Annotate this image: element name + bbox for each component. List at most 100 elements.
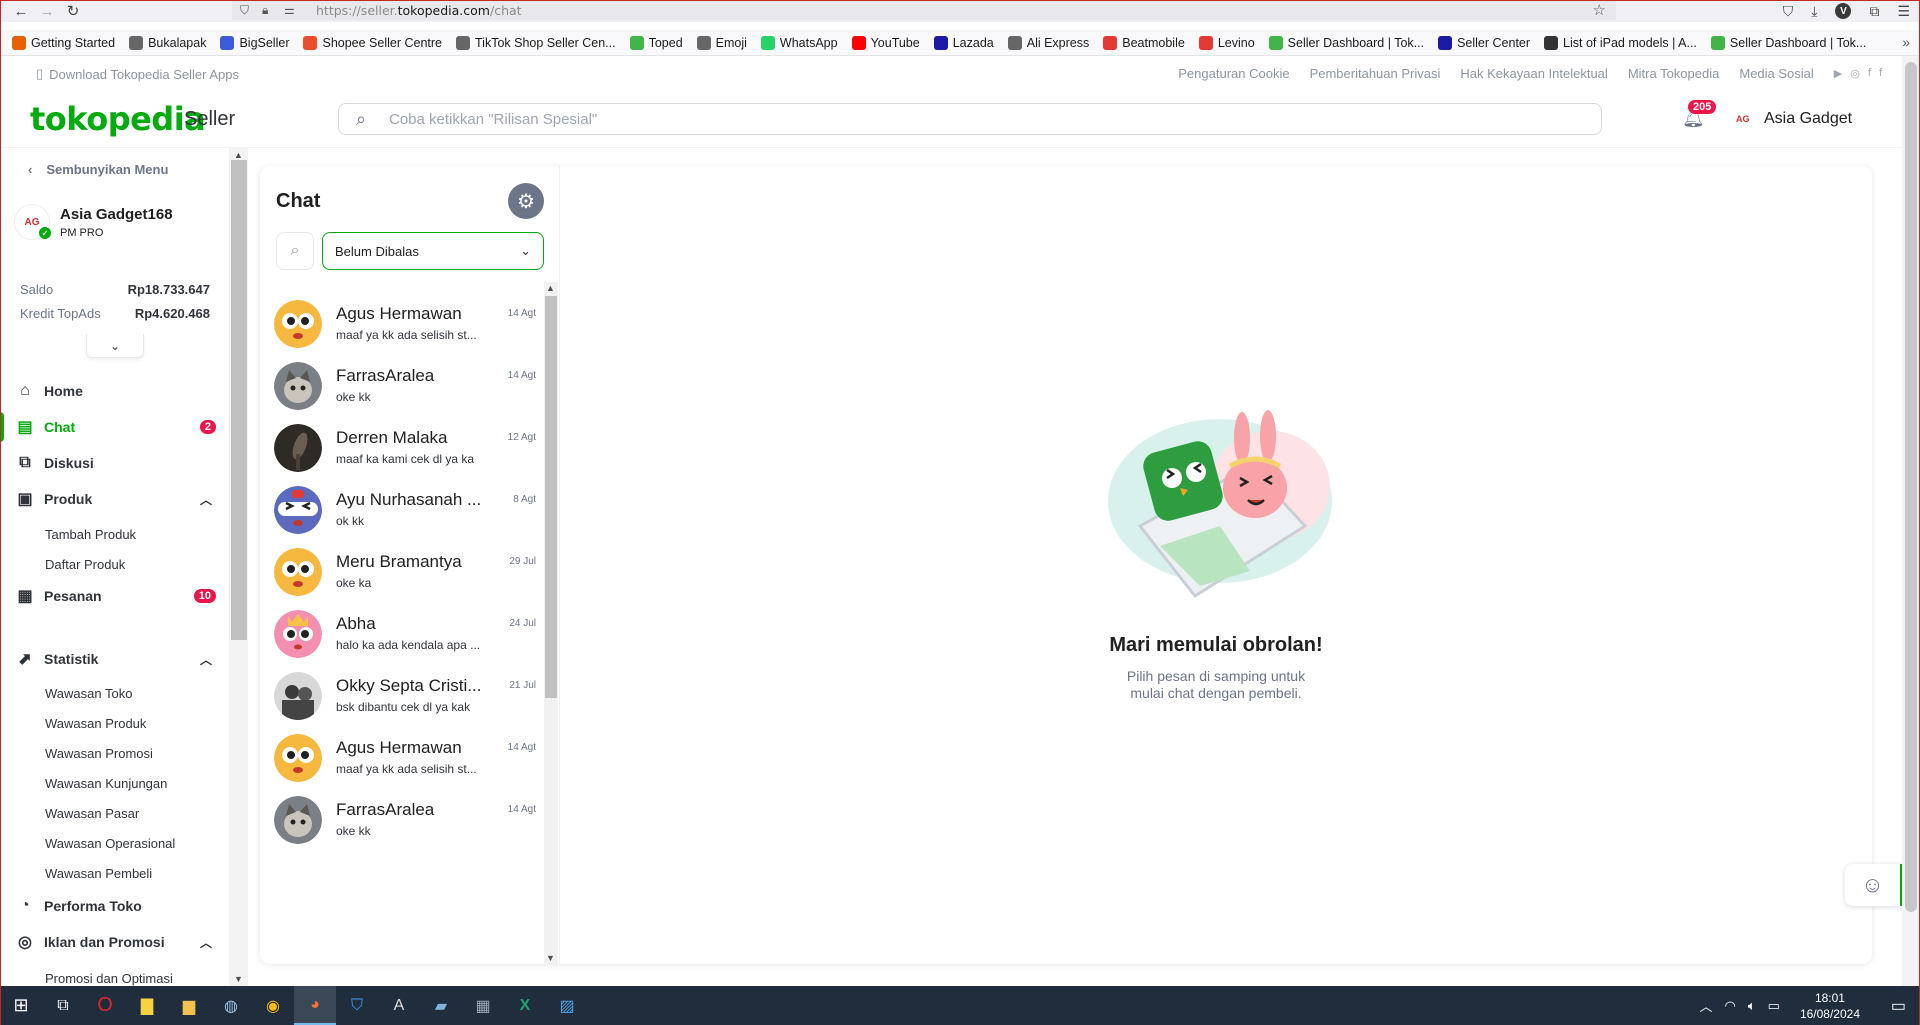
bookmark-item[interactable]: Toped xyxy=(629,35,683,50)
scroll-up-icon[interactable]: ▲ xyxy=(546,283,555,293)
chat-conversation-item[interactable]: Ayu Nurhasanah ... ok kk 8 Agt xyxy=(274,480,536,540)
chat-search-button[interactable]: ⌕ xyxy=(276,232,314,270)
bookmark-item[interactable]: WhatsApp xyxy=(760,35,838,50)
clock[interactable]: 18:01 16/08/2024 xyxy=(1800,990,1860,1022)
extensions-icon[interactable]: ⧉ xyxy=(1869,3,1879,20)
back-icon[interactable]: ← xyxy=(8,0,34,22)
notepad-icon[interactable]: ▰ xyxy=(420,986,462,1025)
download-app-link[interactable]: ▯ Download Tokopedia Seller Apps xyxy=(36,66,239,82)
bookmark-item[interactable]: BigSeller xyxy=(220,35,289,50)
permissions-icon[interactable]: ⚌ xyxy=(284,3,306,17)
menu-wawasan-promosi[interactable]: Wawasan Promosi xyxy=(45,746,153,761)
firefox-icon[interactable]: ◕ xyxy=(294,986,336,1025)
scroll-down-icon[interactable]: ▼ xyxy=(234,974,243,984)
footer-link[interactable]: Mitra Tokopedia xyxy=(1628,66,1720,81)
menu-promosi-optimasi[interactable]: Promosi dan Optimasi xyxy=(45,971,173,986)
footer-link[interactable]: Media Sosial xyxy=(1739,66,1813,81)
chat-conversation-item[interactable]: Derren Malaka maaf ka kami cek dl ya ka 12… xyxy=(274,418,536,478)
sticky-notes-icon[interactable]: ▇ xyxy=(126,986,168,1025)
expand-button[interactable]: ⌄ xyxy=(86,334,144,358)
facebook-icon[interactable]: f xyxy=(1879,67,1882,80)
bookmark-item[interactable]: Emoji xyxy=(696,35,747,50)
windows-start-icon[interactable]: ⊞ xyxy=(0,986,42,1025)
chat-conversation-item[interactable]: Meru Bramantya oke ka 29 Jul xyxy=(274,542,536,602)
profile-avatar[interactable]: V xyxy=(1835,3,1852,19)
chevron-more-icon[interactable]: » xyxy=(1902,34,1910,50)
menu-wawasan-pasar[interactable]: Wawasan Pasar xyxy=(45,806,139,821)
menu-home[interactable]: ⌂ Home xyxy=(14,379,216,403)
app-icon[interactable]: ◍ xyxy=(210,986,252,1025)
menu-pesanan[interactable]: ▦ Pesanan 10 xyxy=(14,584,216,608)
wifi-icon[interactable]: ◠ xyxy=(1724,998,1735,1014)
downloads-icon[interactable]: ⤓ xyxy=(1811,3,1817,20)
bookmark-star-icon[interactable]: ☆ xyxy=(1593,1,1606,19)
notification-center-icon[interactable]: ▭ xyxy=(1891,996,1906,1016)
chat-conversation-item[interactable]: Abha halo ka ada kendala apa ... 24 Jul xyxy=(274,604,536,664)
bookmark-item[interactable]: Bukalapak xyxy=(129,35,206,50)
menu-daftar-produk[interactable]: Daftar Produk xyxy=(45,557,125,572)
menu-produk[interactable]: ▣ Produk ︿ xyxy=(14,487,216,511)
scroll-thumb[interactable] xyxy=(1905,62,1917,912)
bookmark-item[interactable]: TikTok Shop Seller Cen... xyxy=(456,35,616,50)
bookmark-item[interactable]: Ali Express xyxy=(1007,35,1089,50)
footer-link[interactable]: Hak Kekayaan Intelektual xyxy=(1460,66,1607,81)
chat-conversation-item[interactable]: Agus Hermawan maaf ya kk ada selisih st..… xyxy=(274,728,536,788)
address-bar[interactable]: ⛉ 🔒︎ ⚌ https://seller.tokopedia.com/chat… xyxy=(232,0,1616,20)
opera-icon[interactable]: O xyxy=(84,986,126,1025)
chat-conversation-item[interactable]: FarrasAralea oke kk 14 Agt xyxy=(274,790,536,850)
saldo-row[interactable]: Saldo Rp18.733.647 xyxy=(20,282,210,297)
reload-icon[interactable]: ↻ xyxy=(60,0,86,22)
bookmark-item[interactable]: Levino xyxy=(1198,35,1255,50)
photos-icon[interactable]: ▨ xyxy=(546,986,588,1025)
instagram-icon[interactable]: ◎ xyxy=(1850,67,1860,80)
shop-profile[interactable]: AG Asia Gadget xyxy=(1736,110,1852,128)
youtube-icon[interactable]: ▶ xyxy=(1834,67,1842,80)
topads-row[interactable]: Kredit TopAds Rp4.620.468 xyxy=(20,306,210,321)
bookmark-item[interactable]: Seller Center xyxy=(1438,35,1530,50)
bookmark-item[interactable]: Shopee Seller Centre xyxy=(303,35,442,50)
hide-menu-button[interactable]: ‹ Sembunyikan Menu xyxy=(28,162,168,177)
chat-conversation-item[interactable]: Okky Septa Cristi... bsk dibantu cek dl y… xyxy=(274,666,536,726)
menu-tambah-produk[interactable]: Tambah Produk xyxy=(45,527,136,542)
security-app-icon[interactable]: ⛉ xyxy=(336,986,378,1025)
bookmark-item[interactable]: Getting Started xyxy=(12,35,115,50)
bookmark-item[interactable]: YouTube xyxy=(851,35,920,50)
battery-icon[interactable]: ▭ xyxy=(1768,998,1780,1014)
chrome-icon[interactable]: ◉ xyxy=(252,986,294,1025)
chat-conversation-item[interactable]: FarrasAralea oke kk 14 Agt xyxy=(274,356,536,416)
scroll-thumb[interactable] xyxy=(545,296,557,698)
chevron-up-icon[interactable]: ︿ xyxy=(1699,996,1712,1015)
bookmark-item[interactable]: Lazada xyxy=(933,35,994,50)
sidebar-scrollbar[interactable]: ▲ ▼ xyxy=(230,148,248,986)
volume-icon[interactable]: 🔈︎ xyxy=(1748,998,1756,1014)
gear-icon[interactable]: ⚙ xyxy=(508,183,544,219)
text-app-icon[interactable]: A xyxy=(378,986,420,1025)
calculator-icon[interactable]: ▦ xyxy=(462,986,504,1025)
menu-wawasan-pembeli[interactable]: Wawasan Pembeli xyxy=(45,866,152,881)
page-scrollbar[interactable] xyxy=(1902,56,1920,986)
bookmark-item[interactable]: Seller Dashboard | Tok... xyxy=(1710,35,1866,50)
search-bar[interactable]: ⌕ xyxy=(338,103,1602,135)
forward-icon[interactable]: → xyxy=(34,0,60,22)
task-view-icon[interactable]: ⧉ xyxy=(42,986,84,1025)
footer-link[interactable]: Pengaturan Cookie xyxy=(1178,66,1289,81)
menu-wawasan-operasional[interactable]: Wawasan Operasional xyxy=(45,836,175,851)
menu-wawasan-toko[interactable]: Wawasan Toko xyxy=(45,686,132,701)
file-explorer-icon[interactable]: ▆ xyxy=(168,986,210,1025)
menu-statistik[interactable]: ⬈ Statistik ︿ xyxy=(14,647,216,671)
chat-conversation-item[interactable]: Agus Hermawan maaf ya kk ada selisih st..… xyxy=(274,294,536,354)
bookmark-item[interactable]: Beatmobile xyxy=(1103,35,1185,50)
footer-link[interactable]: Pemberitahuan Privasi xyxy=(1310,66,1441,81)
smiley-icon[interactable]: ☺ xyxy=(1845,864,1903,906)
menu-diskusi[interactable]: ⧉ Diskusi xyxy=(14,451,216,475)
pocket-icon[interactable]: ⛉ xyxy=(1783,3,1794,20)
tokopedia-logo[interactable]: tokopedia xyxy=(30,100,206,138)
chat-list-scrollbar[interactable]: ▲ ▼ xyxy=(544,282,558,964)
bookmark-item[interactable]: Seller Dashboard | Tok... xyxy=(1268,35,1424,50)
chat-filter-dropdown[interactable]: Belum Dibalas ⌄ xyxy=(322,232,544,270)
bell-icon[interactable]: 🔔︎ 205 xyxy=(1682,100,1717,129)
menu-wawasan-kunjungan[interactable]: Wawasan Kunjungan xyxy=(45,776,167,791)
search-input[interactable] xyxy=(389,110,1489,128)
bookmark-item[interactable]: List of iPad models | A... xyxy=(1544,35,1697,50)
shop-card[interactable]: AG ✓ Asia Gadget168 PM PRO xyxy=(14,204,173,240)
